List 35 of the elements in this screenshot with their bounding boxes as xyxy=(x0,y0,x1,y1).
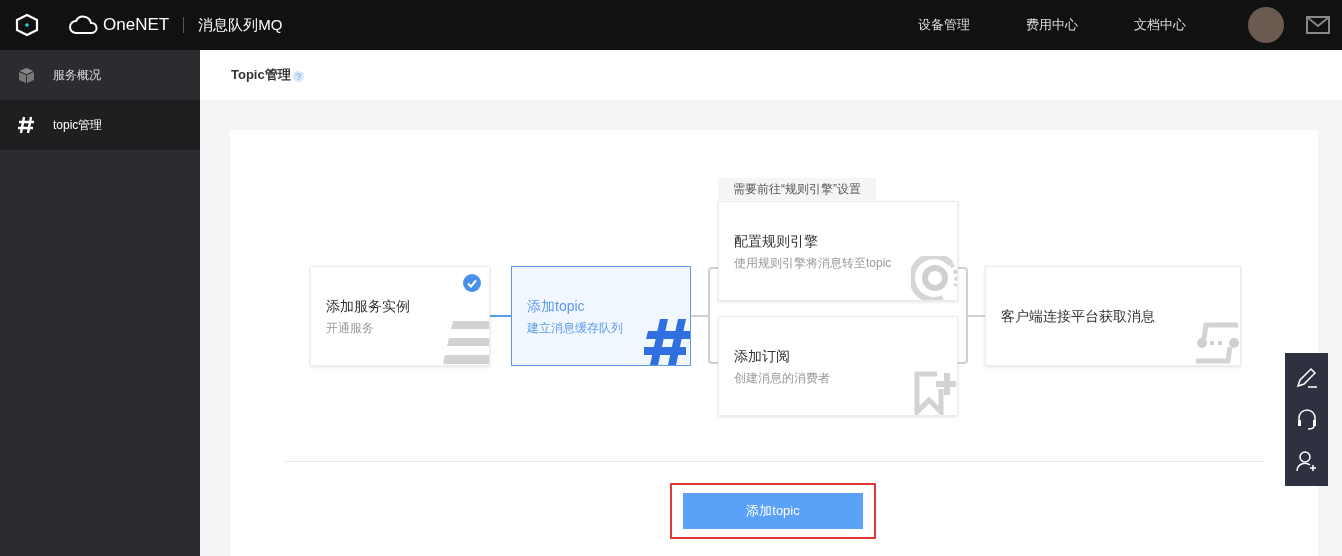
page-title: Topic管理 xyxy=(231,66,291,85)
step-subtitle: 建立消息缓存队列 xyxy=(527,319,624,337)
hash-icon xyxy=(644,319,690,365)
connector-line xyxy=(490,315,511,317)
connector-line xyxy=(968,315,985,317)
step-card[interactable]: 添加订阅 创建消息的消费者 xyxy=(718,316,958,416)
nav-link[interactable]: 文档中心 xyxy=(1134,15,1186,35)
cloud-logo-icon xyxy=(68,15,100,35)
hexagon-logo-icon[interactable] xyxy=(14,13,40,37)
step-card[interactable]: 客户端连接平台获取消息 xyxy=(985,266,1241,366)
nav-link[interactable]: 费用中心 xyxy=(1026,15,1078,35)
nav-link[interactable]: 设备管理 xyxy=(918,15,970,35)
stripes-icon xyxy=(443,319,489,365)
step-title: 添加topic xyxy=(527,296,586,316)
step-card[interactable]: 添加服务实例 开通服务 xyxy=(310,266,490,366)
product-name: 消息队列MQ xyxy=(198,14,283,35)
note-tag: 需要前往“规则引擎”设置 xyxy=(718,178,876,200)
hash-icon xyxy=(18,116,35,134)
step-title: 添加服务实例 xyxy=(326,296,411,316)
cube-icon xyxy=(18,66,35,84)
step-subtitle: 开通服务 xyxy=(326,319,375,337)
connector-line xyxy=(691,315,708,317)
brand-name[interactable]: OneNET xyxy=(103,12,170,38)
step-title: 添加订阅 xyxy=(734,346,791,366)
avatar[interactable] xyxy=(1248,7,1284,43)
pencil-icon[interactable] xyxy=(1294,365,1319,390)
step-subtitle: 使用规则引擎将消息转至topic xyxy=(734,254,893,272)
mail-icon[interactable] xyxy=(1306,16,1330,34)
step-subtitle: 创建消息的消费者 xyxy=(734,369,831,387)
step-title: 配置规则引擎 xyxy=(734,231,819,251)
target-icon xyxy=(911,256,957,300)
add-user-icon[interactable] xyxy=(1294,449,1319,474)
step-title: 客户端连接平台获取消息 xyxy=(1001,306,1156,326)
sidebar-item[interactable]: topic管理 xyxy=(0,100,200,150)
step-card[interactable]: 配置规则引擎 使用规则引擎将消息转至topic xyxy=(718,201,958,301)
